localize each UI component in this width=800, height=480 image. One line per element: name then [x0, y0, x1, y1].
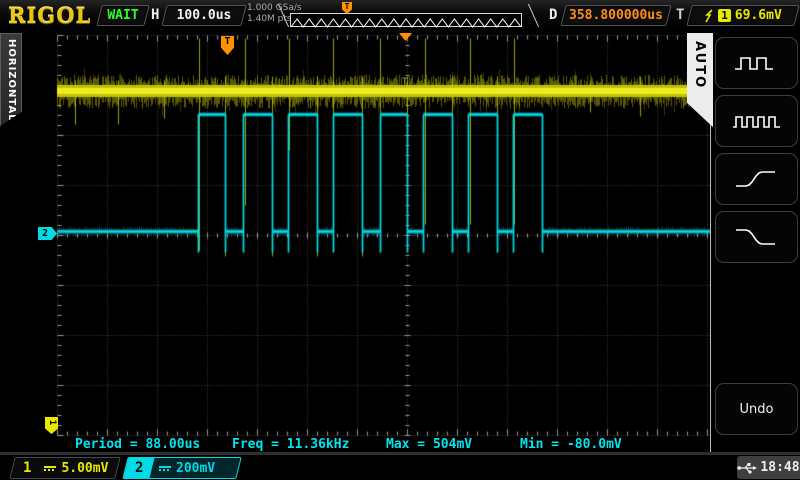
square-wave-2cycle-icon: [733, 50, 781, 76]
tab-horizontal-label: HORIZONTAL: [6, 39, 17, 122]
channel2-number: 2: [124, 458, 155, 478]
measurement-freq: Freq = 11.36kHz: [232, 437, 349, 452]
tab-auto-label: AUTO: [692, 41, 707, 89]
usb-icon: [737, 462, 757, 474]
undo-button[interactable]: Undo: [715, 383, 798, 435]
trigger-center-t: T: [402, 77, 407, 87]
waveform-overview[interactable]: [290, 13, 522, 27]
undo-label: Undo: [740, 402, 774, 417]
top-status-bar: RIGOL WAIT H 100.0us 1.000 GSa/s 1.40M p…: [0, 0, 800, 30]
run-status-badge: WAIT: [96, 5, 149, 26]
measurement-min: Min = -80.0mV: [520, 437, 622, 452]
rising-edge-icon: [733, 166, 781, 192]
menu-button-square-wave-4cycle[interactable]: [715, 95, 798, 147]
channel2-scale: 200mV: [176, 461, 215, 476]
menu-button-rising-edge[interactable]: [715, 153, 798, 205]
dc-coupling-icon: [44, 465, 56, 472]
channel1-number: 1: [13, 460, 39, 476]
waveform-display: [0, 0, 800, 480]
menu-button-square-wave-2cycle[interactable]: [715, 37, 798, 89]
falling-edge-icon: [733, 224, 781, 250]
dc-coupling-icon: [159, 465, 171, 472]
rigol-logo: RIGOL: [8, 3, 91, 28]
trigger-badge[interactable]: 1 69.6mV: [686, 5, 799, 26]
clock-panel: 18:48: [737, 456, 800, 479]
clock-time: 18:48: [760, 460, 799, 475]
delay-badge[interactable]: 358.800000us: [560, 5, 671, 26]
menu-button-falling-edge[interactable]: [715, 211, 798, 263]
overview-waveform-icon: [291, 17, 521, 29]
channel1-badge[interactable]: 1 5.00mV: [9, 457, 120, 479]
run-status: WAIT: [107, 8, 138, 23]
timebase-value: 100.0us: [177, 8, 232, 23]
delay-value: 358.800000us: [569, 8, 663, 23]
trigger-level-value: 69.6mV: [735, 8, 782, 23]
soft-menu-panel: Undo: [710, 33, 800, 452]
channel2-badge[interactable]: 2 200mV: [122, 457, 241, 479]
trigger-source-badge: 1: [718, 9, 731, 22]
channel1-scale: 5.00mV: [61, 461, 108, 476]
bottom-status-bar: 1 5.00mV 2 200mV: [0, 455, 800, 480]
separator-line: [528, 4, 539, 27]
delay-label: D: [549, 7, 557, 23]
horizontal-label: H: [151, 7, 159, 23]
square-wave-4cycle-icon: [731, 108, 783, 134]
trigger-edge-icon: [704, 9, 714, 23]
measurement-period: Period = 88.00us: [75, 437, 200, 452]
measurement-max: Max = 504mV: [386, 437, 472, 452]
trigger-label: T: [676, 7, 684, 23]
timebase-badge[interactable]: 100.0us: [161, 5, 246, 26]
oscilloscope-screen: RIGOL WAIT H 100.0us 1.000 GSa/s 1.40M p…: [0, 0, 800, 480]
